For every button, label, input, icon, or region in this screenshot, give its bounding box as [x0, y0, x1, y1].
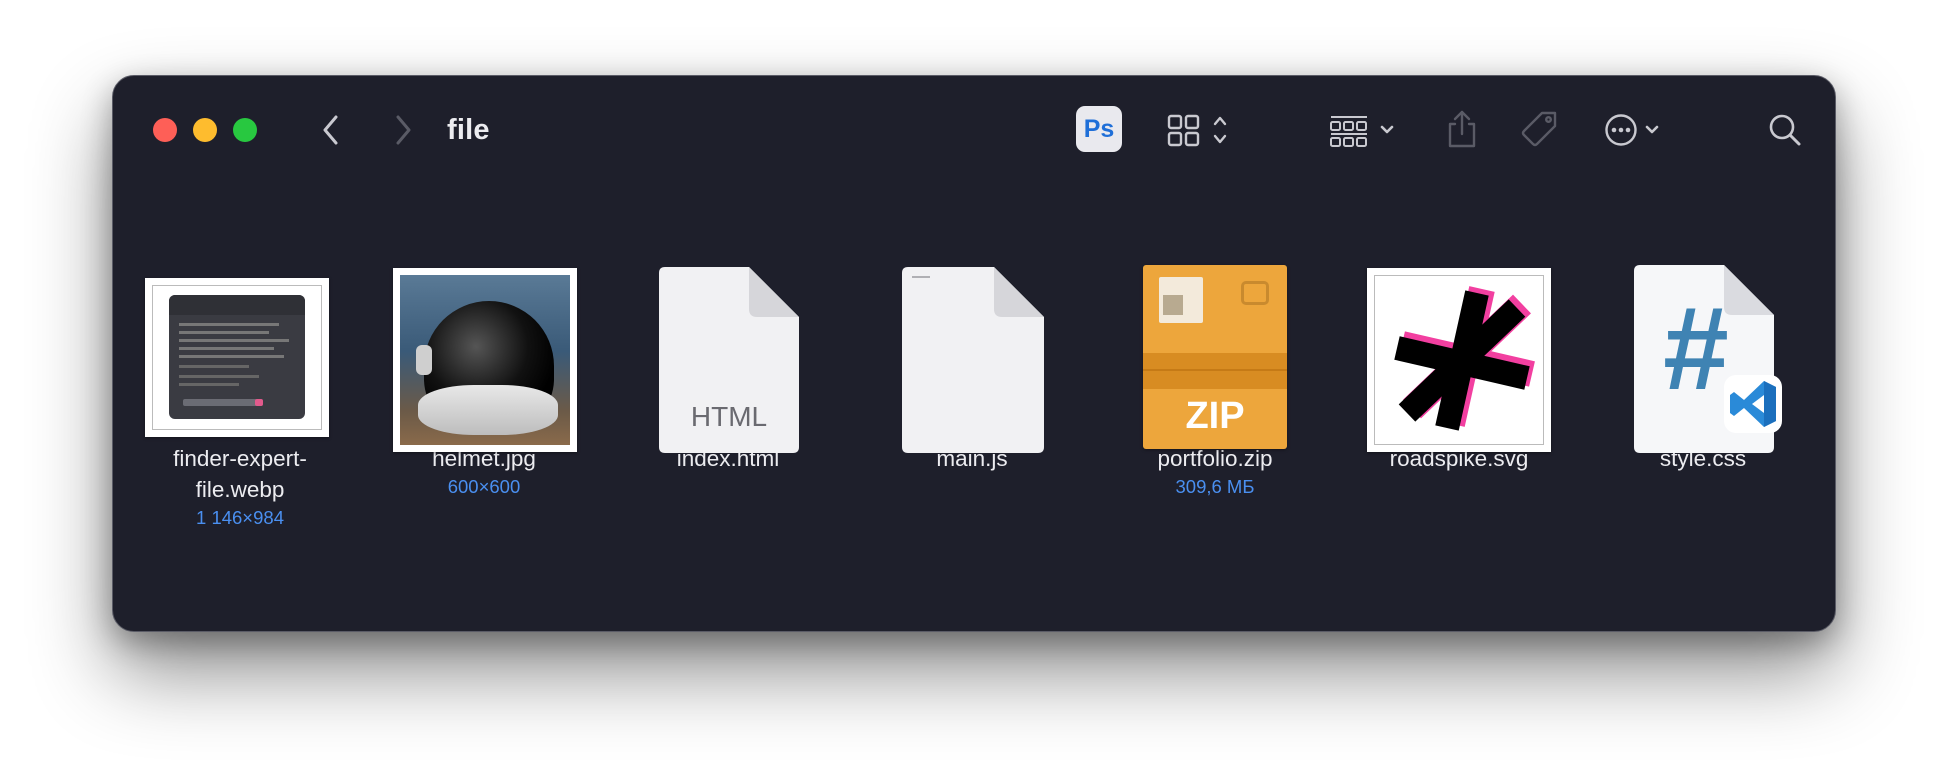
js-document-icon — [867, 231, 1077, 453]
file-item[interactable]: ZIP portfolio.zip 309,6 МБ — [1110, 231, 1320, 498]
close-window-button[interactable] — [153, 118, 177, 142]
svg-thumbnail — [1354, 231, 1564, 452]
open-in-photoshop-button[interactable]: Ps — [1076, 106, 1122, 152]
file-meta: 309,6 МБ — [1175, 476, 1255, 497]
share-icon — [1448, 110, 1476, 148]
webp-thumbnail — [135, 231, 345, 437]
forward-button[interactable] — [381, 108, 425, 152]
ellipsis-circle-icon — [1605, 114, 1659, 146]
minimize-window-button[interactable] — [193, 118, 217, 142]
tag-button[interactable] — [1515, 106, 1565, 154]
file-item[interactable]: main.js — [867, 231, 1077, 476]
file-name: finder-expert-file.webp — [173, 446, 307, 502]
file-meta: 1 146×984 — [196, 507, 284, 528]
ps-label: Ps — [1083, 115, 1115, 143]
file-item[interactable]: helmet.jpg 600×600 — [379, 231, 589, 498]
file-item[interactable]: roadspike.svg — [1354, 231, 1564, 476]
share-button[interactable] — [1439, 106, 1485, 154]
file-item[interactable]: # style.css — [1598, 231, 1808, 476]
back-button[interactable] — [309, 108, 353, 152]
file-item[interactable]: finder-expert-file.webp 1 146×984 — [135, 231, 345, 529]
group-by-icon — [1330, 116, 1394, 147]
chevron-left-icon — [323, 115, 338, 145]
jpg-thumbnail — [379, 231, 589, 452]
html-badge: HTML — [690, 401, 768, 432]
grid-view-icon — [1167, 114, 1227, 147]
finder-window: file Ps finder-expert-file.webp 1 146×98… — [112, 75, 1836, 632]
group-by-button[interactable] — [1327, 106, 1403, 154]
css-document-icon: # — [1598, 231, 1808, 453]
zoom-window-button[interactable] — [233, 118, 257, 142]
window-title: file — [447, 114, 490, 146]
view-mode-button[interactable] — [1163, 106, 1243, 154]
html-document-icon: HTML — [623, 231, 833, 453]
chevron-right-icon — [396, 115, 411, 145]
file-meta: 600×600 — [447, 476, 521, 497]
vscode-icon — [1724, 375, 1782, 433]
zip-archive-icon: ZIP — [1110, 231, 1320, 449]
search-button[interactable] — [1761, 106, 1809, 154]
more-actions-button[interactable] — [1601, 106, 1677, 154]
file-item[interactable]: HTML index.html — [623, 231, 833, 476]
tag-icon — [1521, 111, 1557, 147]
zip-badge: ZIP — [1185, 395, 1245, 437]
search-icon — [1769, 114, 1801, 146]
